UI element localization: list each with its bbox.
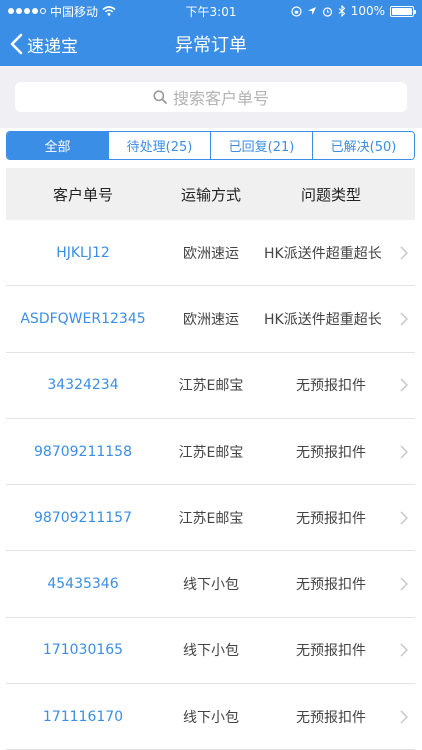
shipping-method: 欧洲速运 [183, 245, 239, 262]
chevron-right-icon [400, 710, 408, 724]
header-issue-type: 问题类型 [300, 185, 361, 204]
battery-fill [392, 7, 412, 15]
order-list: HJKLJ12 欧洲速运 HK派送件超重超长 ASDFQWER12345 欧洲速… [6, 220, 415, 750]
shipping-method: 江苏E邮宝 [178, 444, 244, 461]
shipping-method: 线下小包 [183, 643, 239, 660]
order-number: 45435346 [47, 576, 119, 593]
wifi-icon [102, 6, 116, 16]
location-icon [307, 7, 316, 15]
order-number: ASDFQWER12345 [20, 310, 146, 327]
tab-resolved[interactable]: 已解决(50) [312, 132, 414, 159]
signal-icon [8, 8, 46, 14]
status-right: 100% [291, 4, 416, 18]
search-input[interactable]: 搜索客户单号 [15, 82, 407, 112]
back-button[interactable]: 速递宝 [0, 22, 78, 66]
order-number: 98709211158 [34, 443, 132, 460]
issue-type: 无预报扣件 [296, 378, 366, 395]
shipping-method: 江苏E邮宝 [178, 510, 244, 527]
tab-replied[interactable]: 已回复(21) [210, 132, 312, 159]
chevron-right-icon [400, 378, 408, 392]
chevron-right-icon [400, 246, 408, 260]
chevron-right-icon [400, 312, 408, 326]
battery-percent: 100% [350, 4, 385, 18]
header-shipping-method: 运输方式 [180, 185, 241, 204]
issue-type: 无预报扣件 [296, 577, 366, 594]
table-row[interactable]: 98709211157 江苏E邮宝 无预报扣件 [6, 485, 415, 552]
chevron-right-icon [400, 445, 408, 459]
search-icon [153, 90, 167, 104]
back-label: 速递宝 [27, 36, 78, 57]
status-left: 中国移动 [8, 3, 116, 20]
search-area: 搜索客户单号 [0, 66, 422, 128]
table-row[interactable]: HJKLJ12 欧洲速运 HK派送件超重超长 [6, 220, 415, 287]
issue-type: 无预报扣件 [296, 709, 366, 726]
shipping-method: 线下小包 [183, 577, 239, 594]
chevron-left-icon [10, 33, 23, 55]
order-number: 171030165 [42, 642, 124, 659]
table-header: 客户单号 运输方式 问题类型 [6, 168, 415, 220]
table-row[interactable]: 98709211158 江苏E邮宝 无预报扣件 [6, 418, 415, 486]
table-row[interactable]: ASDFQWER12345 欧洲速运 HK派送件超重超长 [6, 286, 415, 353]
tab-all[interactable]: 全部 [7, 132, 108, 159]
tab-pending[interactable]: 待处理(25) [108, 132, 210, 159]
rotation-lock-icon [291, 5, 302, 17]
issue-type: HK派送件超重超长 [264, 311, 382, 328]
shipping-method: 江苏E邮宝 [178, 378, 244, 395]
issue-type: 无预报扣件 [296, 444, 366, 461]
search-placeholder: 搜索客户单号 [172, 89, 269, 108]
chevron-right-icon [400, 511, 408, 525]
shipping-method: 欧洲速运 [183, 311, 239, 328]
issue-type: HK派送件超重超长 [264, 245, 382, 262]
order-number: 98709211157 [34, 509, 132, 526]
issue-type: 无预报扣件 [296, 643, 366, 660]
chevron-right-icon [400, 577, 408, 591]
nav-bar: 速递宝 异常订单 [0, 22, 422, 66]
table-row[interactable]: 45435346 线下小包 无预报扣件 [6, 551, 415, 618]
status-bar: 中国移动 下午3:01 100% [0, 0, 422, 22]
table-row[interactable]: 171030165 线下小包 无预报扣件 [6, 617, 415, 685]
battery-icon [390, 5, 416, 17]
order-number: 171116170 [42, 708, 124, 725]
table-row[interactable]: 171116170 线下小包 无预报扣件 [6, 684, 415, 750]
carrier-label: 中国移动 [50, 4, 99, 19]
chevron-right-icon [400, 643, 408, 657]
alarm-icon [322, 6, 332, 17]
order-number: HJKLJ12 [56, 244, 110, 261]
header-order-number: 客户单号 [52, 185, 113, 204]
order-number: 34324234 [47, 377, 119, 394]
table-row[interactable]: 34324234 江苏E邮宝 无预报扣件 [6, 352, 415, 419]
bluetooth-icon [338, 5, 345, 17]
shipping-method: 线下小包 [183, 709, 239, 726]
issue-type: 无预报扣件 [296, 510, 366, 527]
filter-tabs: 全部 待处理(25) 已回复(21) 已解决(50) [6, 131, 415, 160]
